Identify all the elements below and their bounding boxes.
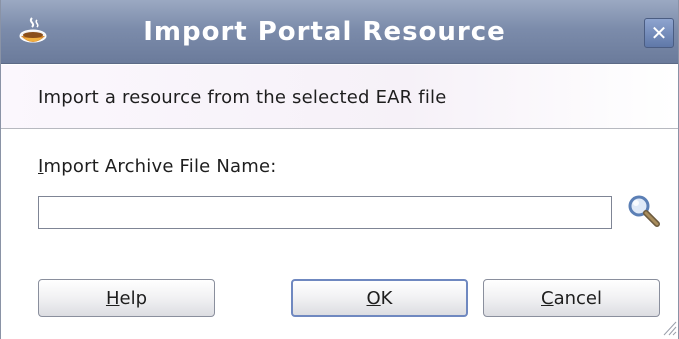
- archive-file-name-input[interactable]: [38, 196, 612, 229]
- resize-grip-icon[interactable]: [661, 318, 677, 336]
- ok-label: K: [380, 287, 393, 309]
- close-button[interactable]: ✕: [644, 18, 674, 48]
- ok-button[interactable]: OK: [291, 279, 468, 317]
- label-text: mport Archive File Name:: [43, 156, 277, 177]
- cancel-label: ancel: [553, 287, 602, 309]
- info-text: Import a resource from the selected EAR …: [38, 87, 447, 108]
- help-mnemonic: H: [105, 287, 120, 309]
- import-portal-resource-dialog: Import Portal Resource ✕ Import a resour…: [0, 0, 679, 339]
- cancel-button[interactable]: Cancel: [483, 279, 660, 317]
- cancel-mnemonic: C: [541, 287, 554, 309]
- magnifier-icon[interactable]: [623, 190, 665, 232]
- archive-file-name-label: Import Archive File Name:: [38, 156, 277, 177]
- dialog-title: Import Portal Resource: [143, 17, 506, 47]
- help-label: elp: [119, 287, 148, 309]
- close-icon: ✕: [650, 21, 668, 45]
- title-bar[interactable]: Import Portal Resource ✕: [1, 0, 678, 64]
- ok-mnemonic: O: [366, 287, 381, 309]
- info-banner: Import a resource from the selected EAR …: [1, 65, 678, 129]
- help-button[interactable]: Help: [38, 279, 215, 317]
